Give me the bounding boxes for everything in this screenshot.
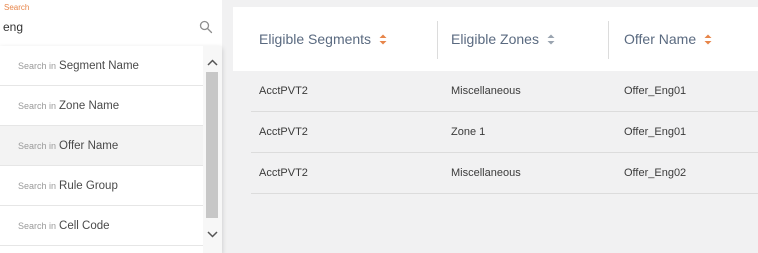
search-box: Search — [0, 0, 222, 47]
cell-eligible-segment: AcctPVT2 — [259, 85, 308, 97]
sort-icon[interactable] — [704, 34, 712, 45]
search-panel: Search Search in Segment Name Search in … — [0, 0, 222, 253]
suggestion-term: Rule Group — [59, 179, 118, 192]
suggestion-term: Segment Name — [59, 59, 139, 72]
column-header-eligible-segments[interactable]: Eligible Segments — [259, 7, 387, 71]
cell-eligible-segment: AcctPVT2 — [259, 126, 308, 138]
scrollbar-thumb[interactable] — [206, 72, 218, 218]
sort-icon[interactable] — [547, 34, 555, 45]
column-header-label: Offer Name — [624, 31, 697, 47]
suggestion-term: Offer Name — [59, 139, 119, 152]
dropdown-scrollbar[interactable] — [203, 46, 222, 253]
search-icon[interactable] — [199, 20, 213, 34]
cell-offer-name: Offer_Eng01 — [624, 126, 687, 138]
suggestion-prefix: Search in — [18, 100, 57, 111]
chevron-down-icon[interactable] — [203, 226, 222, 242]
column-header-label: Eligible Segments — [259, 31, 372, 47]
suggestion-term: Cell Code — [59, 219, 110, 232]
suggestion-prefix: Search in — [18, 60, 57, 71]
column-header-offer-name[interactable]: Offer Name — [624, 7, 712, 71]
column-header-eligible-zones[interactable]: Eligible Zones — [451, 7, 555, 71]
table-row[interactable]: AcctPVT2 Miscellaneous Offer_Eng01 — [251, 71, 758, 112]
suggestion-prefix: Search in — [18, 220, 57, 231]
suggestion-offer-name[interactable]: Search in Offer Name — [0, 126, 203, 166]
suggestion-rule-group[interactable]: Search in Rule Group — [0, 166, 203, 206]
table-row[interactable]: AcctPVT2 Miscellaneous Offer_Eng02 — [251, 153, 758, 194]
suggestion-term: Zone Name — [59, 99, 120, 112]
suggestion-zone-name[interactable]: Search in Zone Name — [0, 86, 203, 126]
cell-eligible-segment: AcctPVT2 — [259, 167, 308, 179]
results-table: Eligible Segments Eligible Zones Offer N… — [233, 7, 758, 253]
column-divider — [437, 21, 438, 59]
cell-eligible-zone: Miscellaneous — [451, 167, 521, 179]
suggestion-prefix: Search in — [18, 140, 57, 151]
chevron-up-icon[interactable] — [203, 54, 222, 70]
column-header-label: Eligible Zones — [451, 31, 539, 47]
search-input[interactable] — [3, 18, 193, 36]
table-header: Eligible Segments Eligible Zones Offer N… — [233, 7, 758, 71]
suggestion-prefix: Search in — [18, 180, 57, 191]
search-label: Search — [4, 3, 30, 12]
cell-eligible-zone: Zone 1 — [451, 126, 486, 138]
table-row[interactable]: AcctPVT2 Zone 1 Offer_Eng01 — [251, 112, 758, 153]
cell-offer-name: Offer_Eng01 — [624, 85, 687, 97]
search-suggestions-dropdown: Search in Segment Name Search in Zone Na… — [0, 46, 222, 253]
cell-eligible-zone: Miscellaneous — [451, 85, 521, 97]
column-divider — [608, 21, 609, 59]
suggestion-segment-name[interactable]: Search in Segment Name — [0, 46, 203, 86]
sort-icon[interactable] — [379, 34, 387, 45]
cell-offer-name: Offer_Eng02 — [624, 167, 687, 179]
suggestion-cell-code[interactable]: Search in Cell Code — [0, 206, 203, 246]
